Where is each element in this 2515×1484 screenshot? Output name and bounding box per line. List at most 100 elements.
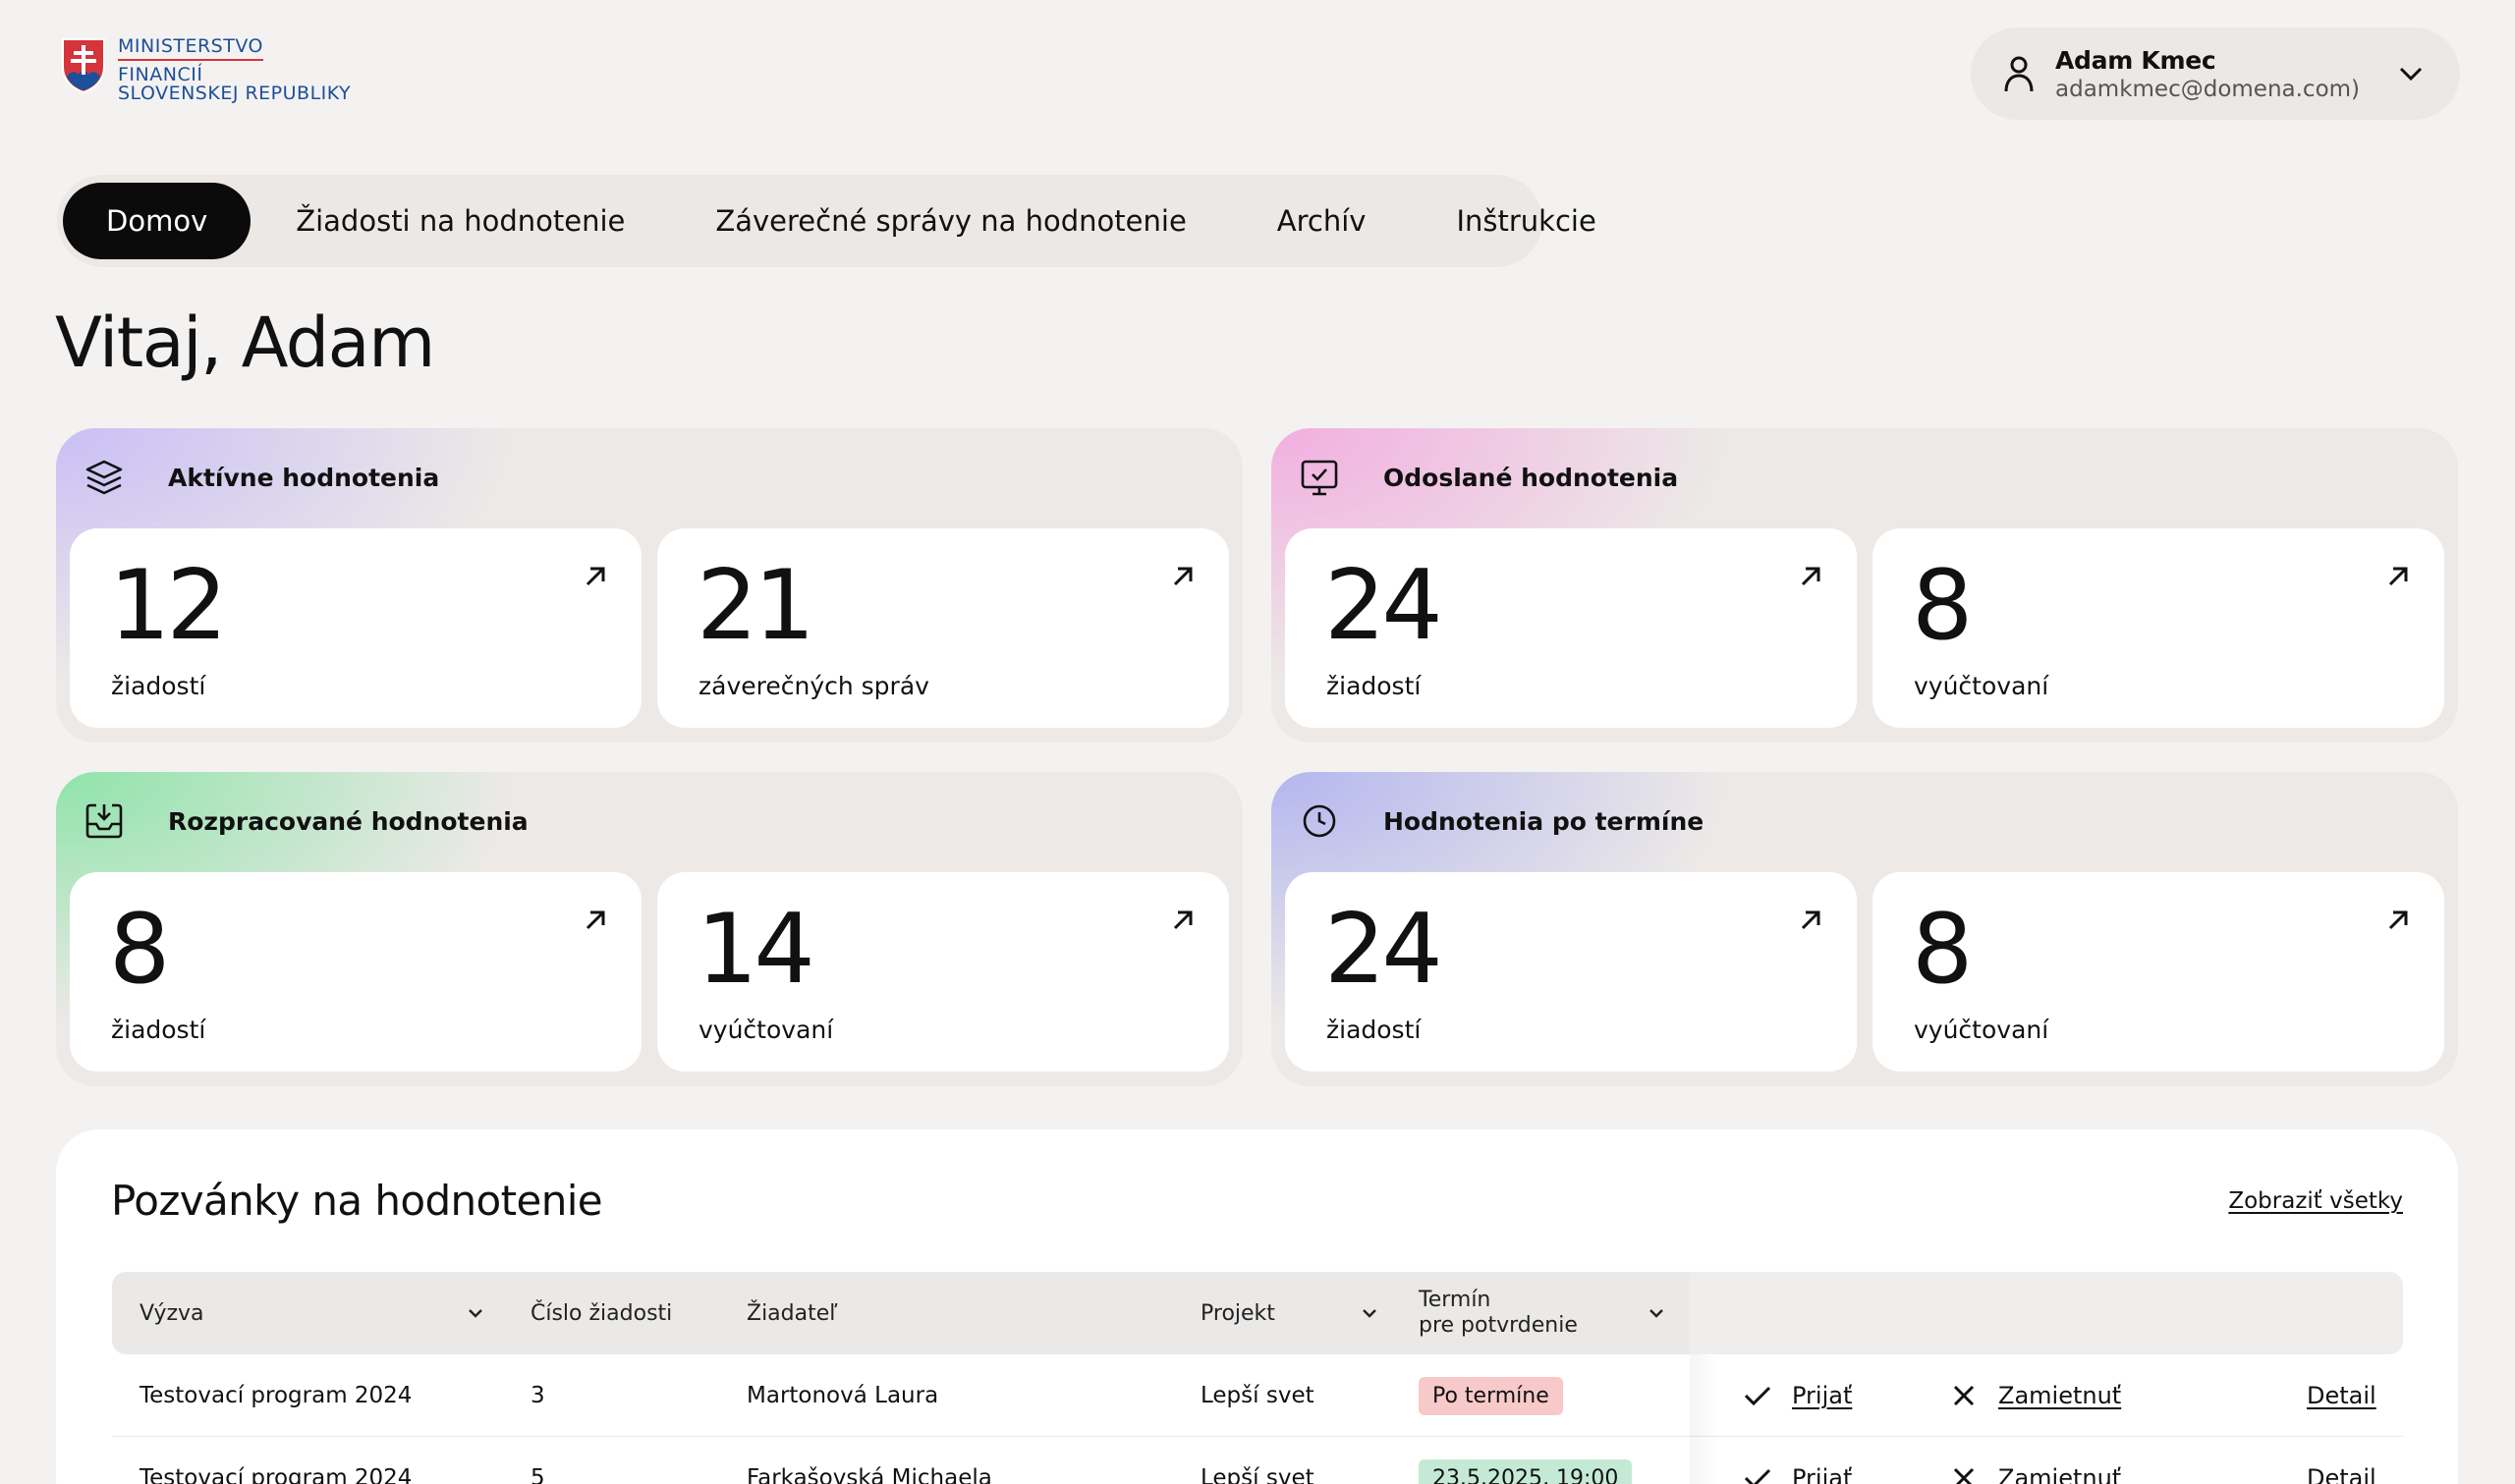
table-row: Testovací program 2024 5 Farkašovská Mic… xyxy=(112,1437,2403,1484)
arrow-up-right-icon xyxy=(2388,567,2408,586)
stat-value: 12 xyxy=(109,550,228,662)
stat-card-odoslane-vyuctovania[interactable]: 8 vyúčtovaní xyxy=(1872,528,2444,728)
stat-value: 24 xyxy=(1324,894,1443,1006)
column-header-projekt[interactable]: Projekt xyxy=(1201,1272,1397,1354)
column-header-ziadatel: Žiadateľ xyxy=(747,1272,838,1354)
cell-ziadatel: Farkašovská Michaela xyxy=(747,1465,992,1484)
chevron-down-icon xyxy=(1363,1309,1376,1318)
stat-card-rozpracovane-ziadosti[interactable]: 8 žiadostí xyxy=(70,872,642,1072)
stat-label: žiadostí xyxy=(1326,1016,1422,1044)
group-hodnotenia-po-termine: Hodnotenia po termíne 24 žiadostí 8 vyúč… xyxy=(1271,772,2458,1086)
cell-cislo: 5 xyxy=(531,1465,545,1484)
arrow-up-right-icon xyxy=(1173,910,1193,930)
stat-value: 8 xyxy=(1912,550,1973,662)
arrow-up-right-icon xyxy=(2388,910,2408,930)
invitations-table: Výzva Číslo žiadosti Žiadateľ Projekt Te… xyxy=(112,1272,2403,1484)
stat-card-po-termine-vyuctovania[interactable]: 8 vyúčtovaní xyxy=(1872,872,2444,1072)
stat-value: 21 xyxy=(697,550,815,662)
column-header-termin[interactable]: Termín pre potvrdenie xyxy=(1419,1272,1674,1354)
main-nav: Domov Žiadosti na hodnotenie Záverečné s… xyxy=(57,175,1596,267)
show-all-link[interactable]: Zobraziť všetky xyxy=(2228,1188,2403,1214)
column-label: Projekt xyxy=(1201,1300,1275,1326)
user-icon xyxy=(2004,56,2034,92)
cell-projekt: Lepší svet xyxy=(1201,1465,1314,1484)
stat-card-rozpracovane-vyuctovania[interactable]: 14 vyúčtovaní xyxy=(657,872,1229,1072)
nav-tab-zaverecne-spravy[interactable]: Záverečné správy na hodnotenie xyxy=(670,183,1231,259)
page-title: Vitaj, Adam xyxy=(55,302,435,383)
stat-label: žiadostí xyxy=(111,672,206,700)
stat-value: 8 xyxy=(1912,894,1973,1006)
nav-tab-ziadosti[interactable]: Žiadosti na hodnotenie xyxy=(251,183,670,259)
accept-label: Prijať xyxy=(1792,1382,1853,1409)
detail-link[interactable]: Detail xyxy=(2307,1354,2376,1437)
group-odoslane-hodnotenia: Odoslané hodnotenia 24 žiadostí 8 vyúčto… xyxy=(1271,428,2458,742)
stat-label: vyúčtovaní xyxy=(699,1016,834,1044)
group-label: Aktívne hodnotenia xyxy=(168,463,440,492)
reject-label: Zamietnuť xyxy=(1998,1464,2122,1484)
cell-ziadatel: Martonová Laura xyxy=(747,1383,939,1408)
user-email: adamkmec@domena.com) xyxy=(2055,76,2361,102)
cell-vyzva: Testovací program 2024 xyxy=(140,1383,413,1408)
column-label: Žiadateľ xyxy=(747,1300,838,1326)
accept-button[interactable]: Prijať xyxy=(1743,1354,1852,1437)
arrow-up-right-icon xyxy=(586,567,605,586)
nav-tab-instrukcie[interactable]: Inštrukcie xyxy=(1411,183,1641,259)
panel-title: Pozvánky na hodnotenie xyxy=(111,1177,603,1225)
clock-icon xyxy=(1303,804,1336,838)
logo-line-1: MINISTERSTVO xyxy=(118,37,263,61)
group-aktivne-hodnotenia: Aktívne hodnotenia 12 žiadostí 21 závere… xyxy=(56,428,1243,742)
stat-value: 14 xyxy=(697,894,815,1006)
close-icon xyxy=(1953,1385,1975,1406)
stat-card-odoslane-ziadosti[interactable]: 24 žiadostí xyxy=(1285,528,1857,728)
logo-line-3: SLOVENSKEJ REPUBLIKY xyxy=(118,82,352,104)
accept-button[interactable]: Prijať xyxy=(1743,1437,1852,1484)
reject-label: Zamietnuť xyxy=(1998,1382,2122,1409)
inbox-download-icon xyxy=(85,803,123,839)
stat-label: žiadostí xyxy=(1326,672,1422,700)
user-menu[interactable]: Adam Kmec adamkmec@domena.com) xyxy=(1971,27,2460,120)
monitor-check-icon xyxy=(1301,460,1338,496)
cell-cislo: 3 xyxy=(531,1383,545,1408)
arrow-up-right-icon xyxy=(586,910,605,930)
detail-link[interactable]: Detail xyxy=(2307,1437,2376,1484)
column-label: pre potvrdenie xyxy=(1419,1313,1578,1338)
stat-value: 8 xyxy=(109,894,170,1006)
check-icon xyxy=(1744,1468,1771,1484)
cell-vyzva: Testovací program 2024 xyxy=(140,1465,413,1484)
invitations-panel: Pozvánky na hodnotenie Zobraziť všetky V… xyxy=(56,1129,2458,1484)
nav-tab-domov[interactable]: Domov xyxy=(63,183,252,259)
table-header: Výzva Číslo žiadosti Žiadateľ Projekt Te… xyxy=(112,1272,2403,1354)
check-icon xyxy=(1744,1386,1771,1406)
chevron-down-icon xyxy=(1649,1309,1663,1318)
column-label: Termín xyxy=(1419,1288,1491,1312)
arrow-up-right-icon xyxy=(1173,567,1193,586)
reject-button[interactable]: Zamietnuť xyxy=(1949,1437,2121,1484)
detail-label: Detail xyxy=(2307,1464,2376,1484)
stat-label: vyúčtovaní xyxy=(1914,1016,2049,1044)
stat-card-po-termine-ziadosti[interactable]: 24 žiadostí xyxy=(1285,872,1857,1072)
ministry-logo[interactable]: MINISTERSTVO FINANCIÍ SLOVENSKEJ REPUBLI… xyxy=(61,37,351,103)
detail-label: Detail xyxy=(2307,1382,2376,1409)
chevron-down-icon xyxy=(469,1309,482,1318)
chevron-down-icon[interactable] xyxy=(2397,60,2425,87)
stat-card-aktivne-spravy[interactable]: 21 záverečných správ xyxy=(657,528,1229,728)
table-row: Testovací program 2024 3 Martonová Laura… xyxy=(112,1354,2403,1437)
status-badge-overdue: Po termíne xyxy=(1419,1376,1563,1415)
nav-tab-archiv[interactable]: Archív xyxy=(1232,183,1412,259)
close-icon xyxy=(1953,1467,1975,1484)
stat-card-aktivne-ziadosti[interactable]: 12 žiadostí xyxy=(70,528,642,728)
stat-label: žiadostí xyxy=(111,1016,206,1044)
group-label: Odoslané hodnotenia xyxy=(1383,463,1679,492)
stat-label: vyúčtovaní xyxy=(1914,672,2049,700)
status-badge-date: 23.5.2025, 19:00 xyxy=(1419,1458,1633,1484)
reject-button[interactable]: Zamietnuť xyxy=(1949,1354,2121,1437)
stat-value: 24 xyxy=(1324,550,1443,662)
column-label: Výzva xyxy=(140,1300,204,1326)
arrow-up-right-icon xyxy=(1801,567,1820,586)
cell-projekt: Lepší svet xyxy=(1201,1383,1314,1408)
user-name: Adam Kmec xyxy=(2055,45,2216,75)
group-rozpracovane-hodnotenia: Rozpracované hodnotenia 8 žiadostí 14 vy… xyxy=(56,772,1243,1086)
column-header-vyzva[interactable]: Výzva xyxy=(140,1272,493,1354)
arrow-up-right-icon xyxy=(1801,910,1820,930)
accept-label: Prijať xyxy=(1792,1464,1853,1484)
